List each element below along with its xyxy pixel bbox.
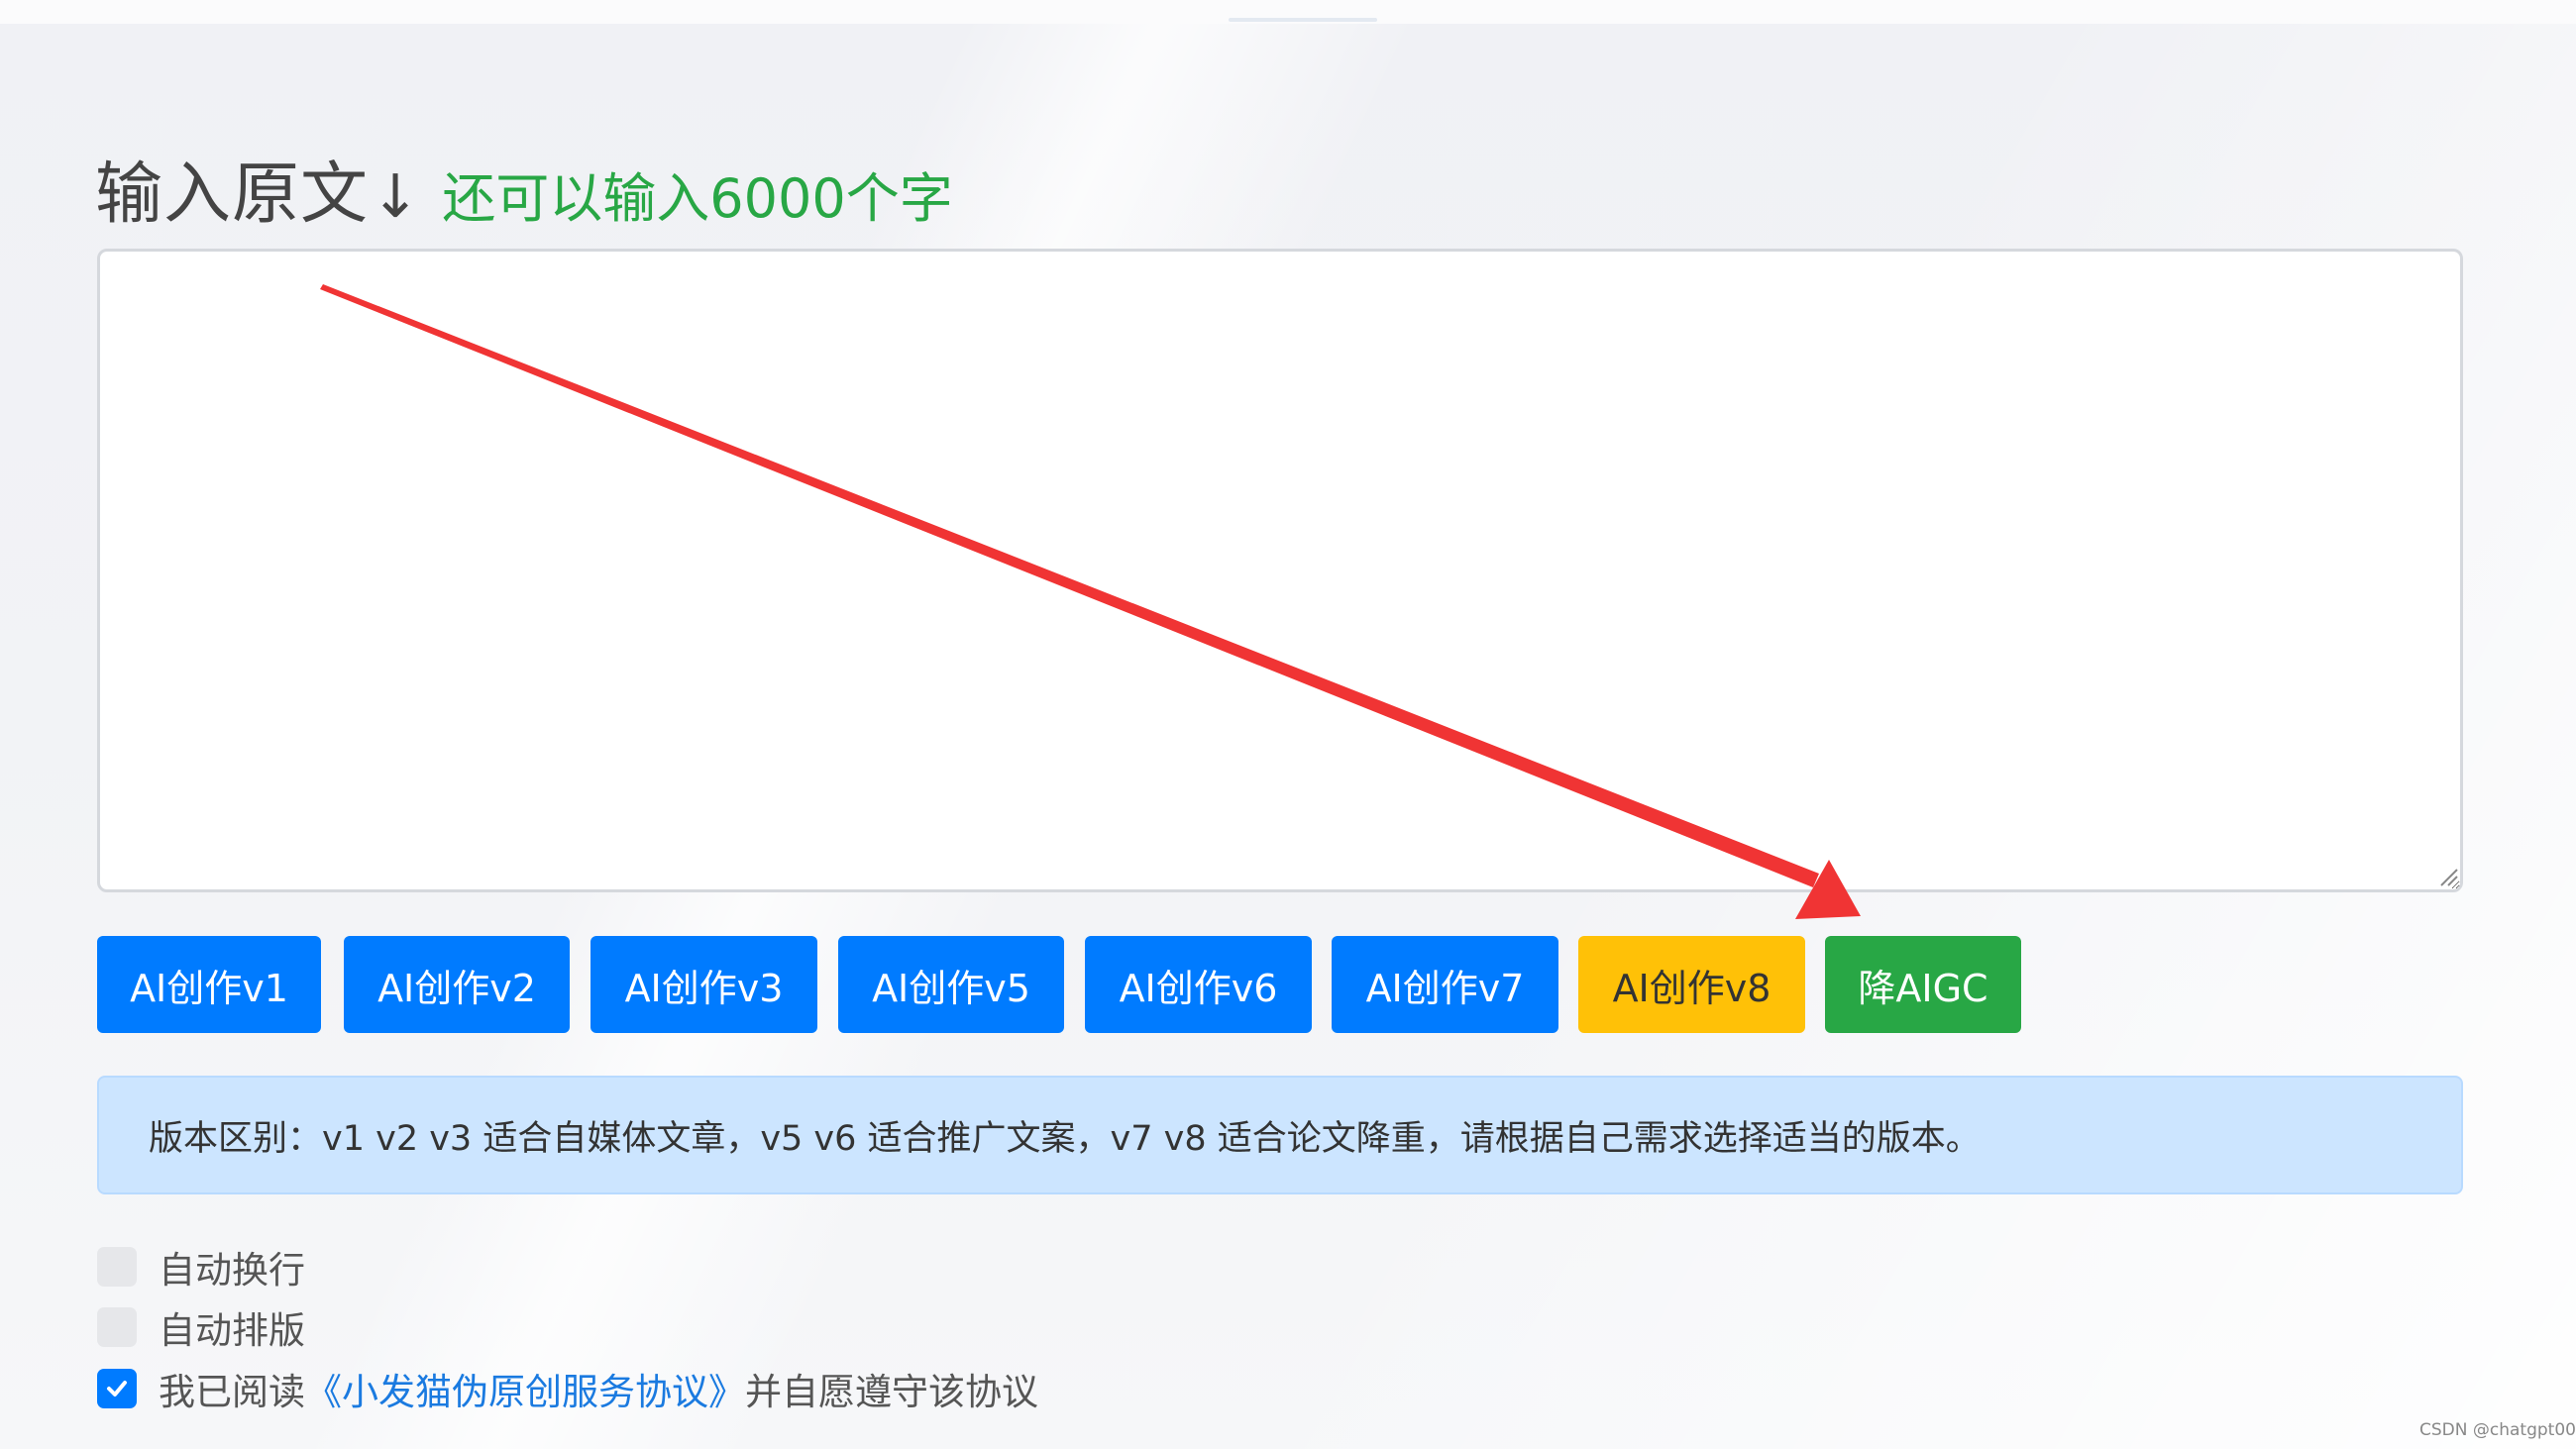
agreement-option[interactable]: 我已阅读《小发猫伪原创服务协议》并自愿遵守该协议 [97, 1364, 1038, 1413]
agreement-checkbox[interactable] [97, 1369, 137, 1408]
watermark: CSDN @chatgpt002 [2419, 1420, 2576, 1440]
ai-create-v1-button[interactable]: AI创作v1 [97, 936, 321, 1033]
version-notice: 版本区别：v1 v2 v3 适合自媒体文章，v5 v6 适合推广文案，v7 v8… [97, 1076, 2463, 1194]
auto-format-option[interactable]: 自动排版 [97, 1302, 305, 1352]
agreement-suffix: 并自愿遵守该协议 [745, 1371, 1038, 1413]
ai-create-v2-button[interactable]: AI创作v2 [344, 936, 570, 1033]
original-text-input[interactable] [97, 249, 2463, 892]
char-remaining-hint: 还可以输入6000个字 [442, 167, 953, 230]
checkmark-icon [107, 1381, 127, 1397]
service-agreement-link[interactable]: 《小发猫伪原创服务协议》 [305, 1371, 745, 1413]
ai-create-v8-button[interactable]: AI创作v8 [1578, 936, 1805, 1033]
top-bar-indicator [1229, 18, 1377, 22]
ai-create-v6-button[interactable]: AI创作v6 [1085, 936, 1312, 1033]
reduce-aigc-button[interactable]: 降AIGC [1825, 936, 2021, 1033]
ai-create-v7-button[interactable]: AI创作v7 [1332, 936, 1558, 1033]
auto-wrap-option[interactable]: 自动换行 [97, 1242, 305, 1292]
ai-create-v5-button[interactable]: AI创作v5 [838, 936, 1064, 1033]
ai-create-v3-button[interactable]: AI创作v3 [590, 936, 817, 1033]
version-notice-text: 版本区别：v1 v2 v3 适合自媒体文章，v5 v6 适合推广文案，v7 v8… [149, 1118, 1981, 1159]
auto-format-checkbox[interactable] [97, 1307, 137, 1347]
auto-format-label: 自动排版 [159, 1309, 305, 1352]
auto-wrap-label: 自动换行 [159, 1249, 305, 1292]
auto-wrap-checkbox[interactable] [97, 1247, 137, 1287]
top-bar [0, 0, 2576, 24]
agreement-label: 我已阅读《小发猫伪原创服务协议》并自愿遵守该协议 [159, 1362, 1038, 1415]
input-title: 输入原文 [95, 155, 370, 234]
arrow-down-icon: ↓ [371, 162, 421, 232]
input-heading: 输入原文 ↓ 还可以输入6000个字 [95, 139, 953, 237]
agreement-prefix: 我已阅读 [159, 1371, 305, 1413]
